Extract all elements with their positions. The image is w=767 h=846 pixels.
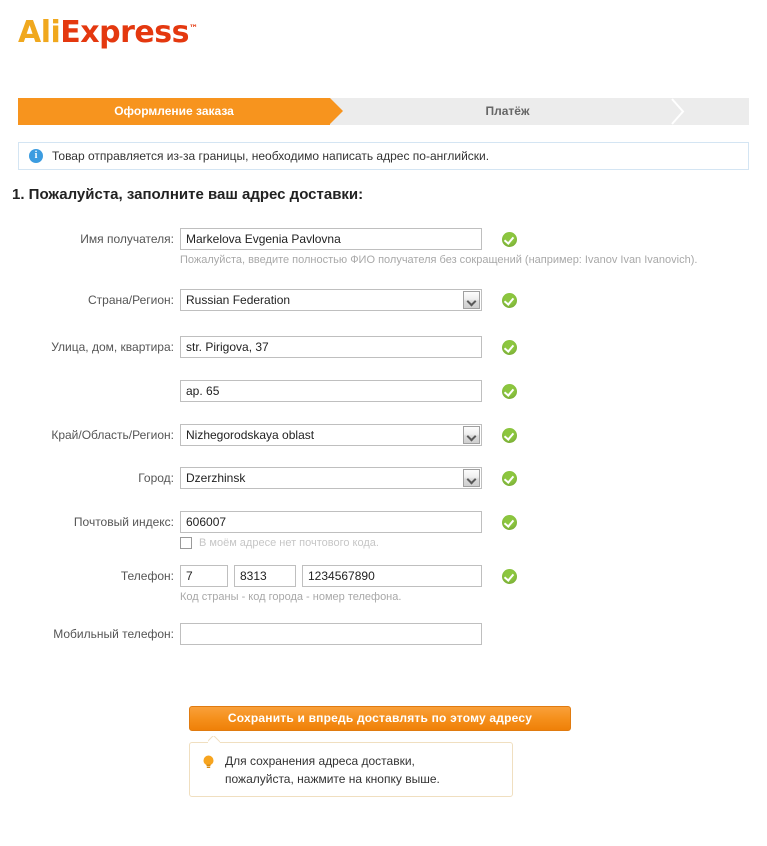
- logo-text: AliExpress™: [18, 15, 198, 50]
- phone-number-input[interactable]: [302, 565, 482, 587]
- page-title: 1. Пожалуйста, заполните ваш адрес доста…: [12, 186, 364, 203]
- phone-field-col: Код страны - код города - номер телефона…: [180, 565, 482, 604]
- zip-field-col: В моём адресе нет почтового кода.: [180, 511, 482, 549]
- tooltip-line-1: Для сохранения адреса доставки,: [225, 754, 415, 768]
- field-row-city: Город: Dzerzhinsk: [0, 467, 767, 489]
- street-field-col: [180, 336, 482, 358]
- city-select-value: Dzerzhinsk: [186, 471, 246, 485]
- step-payment[interactable]: Платёж: [330, 98, 685, 125]
- region-select[interactable]: Nizhegorodskaya oblast: [180, 424, 482, 446]
- no-zip-checkbox-row[interactable]: В моём адресе нет почтового кода.: [180, 537, 482, 549]
- save-hint-tooltip: Для сохранения адреса доставки, пожалуйс…: [189, 742, 513, 797]
- street2-input[interactable]: [180, 380, 482, 402]
- street2-valid-check-icon: [502, 384, 517, 399]
- phone-input-group: [180, 565, 482, 587]
- phone-valid-check-icon: [502, 569, 517, 584]
- shipping-notice-bar: i Товар отправляется из-за границы, необ…: [18, 142, 749, 170]
- tooltip-line-2: пожалуйста, нажмите на кнопку выше.: [225, 772, 440, 786]
- shipping-notice-text: Товар отправляется из-за границы, необхо…: [52, 149, 490, 163]
- lightbulb-icon: [203, 755, 214, 769]
- field-row-recipient: Имя получателя: Пожалуйста, введите полн…: [0, 228, 767, 268]
- info-icon: i: [29, 149, 43, 163]
- field-row-street2: [0, 380, 767, 402]
- region-select-value: Nizhegorodskaya oblast: [186, 428, 315, 442]
- city-valid-check-icon: [502, 471, 517, 486]
- phone-label: Телефон:: [120, 569, 174, 583]
- field-row-country: Страна/Регион: Russian Federation: [0, 289, 767, 325]
- save-address-button[interactable]: Сохранить и впредь доставлять по этому а…: [189, 706, 571, 731]
- step-chevron-divider-icon: [671, 98, 685, 125]
- tooltip-arrow-icon: [208, 736, 220, 743]
- country-label: Страна/Регион:: [87, 293, 174, 307]
- field-row-region: Край/Область/Регион: Nizhegorodskaya obl…: [0, 424, 767, 446]
- chevron-down-icon[interactable]: [463, 291, 480, 309]
- country-field-col: Russian Federation: [180, 289, 482, 311]
- step-place-order-label: Оформление заказа: [114, 104, 234, 118]
- chevron-down-icon[interactable]: [463, 469, 480, 487]
- tooltip-text: Для сохранения адреса доставки, пожалуйс…: [225, 752, 440, 788]
- logo-trademark-icon: ™: [188, 24, 198, 34]
- recipient-hint: Пожалуйста, введите полностью ФИО получа…: [180, 254, 698, 266]
- zip-input[interactable]: [180, 511, 482, 533]
- recipient-field-col: Пожалуйста, введите полностью ФИО получа…: [180, 228, 697, 267]
- step-payment-label: Платёж: [485, 104, 530, 118]
- recipient-input[interactable]: [180, 228, 482, 250]
- region-label: Край/Область/Регион:: [51, 428, 174, 442]
- mobile-label: Мобильный телефон:: [53, 627, 174, 641]
- no-zip-checkbox[interactable]: [180, 537, 192, 549]
- country-valid-check-icon: [502, 293, 517, 308]
- region-field-col: Nizhegorodskaya oblast: [180, 424, 482, 446]
- no-zip-label: В моём адресе нет почтового кода.: [199, 537, 379, 549]
- aliexpress-logo[interactable]: AliExpress™: [18, 15, 198, 54]
- street2-field-col: [180, 380, 482, 402]
- logo-ali-part: Ali: [18, 15, 61, 50]
- region-valid-check-icon: [502, 428, 517, 443]
- zip-label: Почтовый индекс:: [73, 515, 174, 529]
- street-label: Улица, дом, квартира:: [51, 340, 174, 354]
- phone-country-code-input[interactable]: [180, 565, 228, 587]
- field-row-zip: Почтовый индекс: В моём адресе нет почто…: [0, 511, 767, 551]
- chevron-down-icon[interactable]: [463, 426, 480, 444]
- city-field-col: Dzerzhinsk: [180, 467, 482, 489]
- city-label: Город:: [138, 471, 174, 485]
- country-select-value: Russian Federation: [186, 293, 291, 307]
- country-select[interactable]: Russian Federation: [180, 289, 482, 311]
- mobile-input[interactable]: [180, 623, 482, 645]
- field-row-mobile: Мобильный телефон:: [0, 623, 767, 645]
- checkout-progress-steps: Оформление заказа Платёж: [18, 98, 749, 125]
- field-row-street: Улица, дом, квартира:: [0, 336, 767, 358]
- shipping-address-form: Имя получателя: Пожалуйста, введите полн…: [0, 228, 767, 645]
- logo-express-part: Express: [60, 15, 189, 50]
- street-input[interactable]: [180, 336, 482, 358]
- field-row-phone: Телефон: Код страны - код города - номер…: [0, 565, 767, 605]
- recipient-valid-check-icon: [502, 232, 517, 247]
- mobile-field-col: [180, 623, 482, 645]
- phone-city-code-input[interactable]: [234, 565, 296, 587]
- recipient-label: Имя получателя:: [80, 232, 174, 246]
- street-valid-check-icon: [502, 340, 517, 355]
- zip-valid-check-icon: [502, 515, 517, 530]
- phone-hint: Код страны - код города - номер телефона…: [180, 591, 402, 603]
- city-select[interactable]: Dzerzhinsk: [180, 467, 482, 489]
- step-place-order[interactable]: Оформление заказа: [18, 98, 343, 125]
